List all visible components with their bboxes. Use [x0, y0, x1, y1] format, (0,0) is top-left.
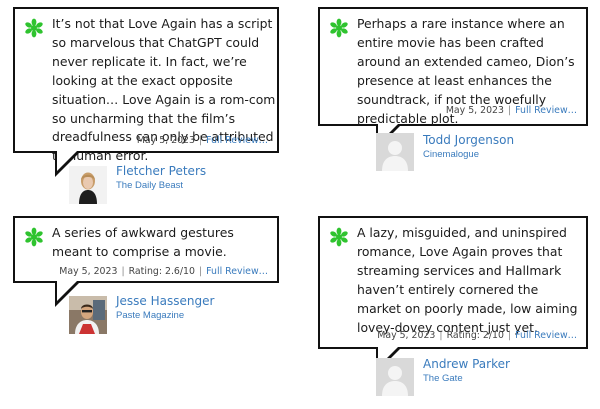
- critic-info: Jesse Hassenger Paste Magazine: [116, 294, 214, 323]
- critic-avatar-todd-jorgenson[interactable]: [376, 133, 414, 171]
- meta-separator: |: [507, 330, 512, 341]
- meta-separator: |: [507, 105, 512, 116]
- full-review-link[interactable]: Full Review…: [515, 330, 577, 341]
- review-date: May 5, 2023: [377, 330, 436, 341]
- critic-info: Andrew Parker The Gate: [423, 357, 510, 386]
- review-meta: May 5, 2023 | Rating: 2/10 | Full Review…: [377, 330, 577, 341]
- review-meta: May 5, 2023 | Full Review…: [137, 135, 268, 146]
- fresh-splat-icon: [329, 227, 349, 247]
- review-rating: Rating: 2.6/10: [128, 266, 195, 277]
- review-bubble: A lazy, misguided, and uninspired romanc…: [318, 216, 588, 373]
- review-rating: Rating: 2/10: [446, 330, 504, 341]
- critic-name[interactable]: Todd Jorgenson: [423, 133, 514, 148]
- meta-separator: |: [121, 266, 125, 277]
- meta-separator: |: [439, 330, 443, 341]
- fresh-splat-icon: [24, 18, 44, 38]
- critic-avatar-fletcher-peters[interactable]: [69, 166, 107, 204]
- critic-publication[interactable]: The Daily Beast: [116, 179, 206, 193]
- full-review-link[interactable]: Full Review…: [206, 266, 268, 277]
- critic-publication[interactable]: Cinemalogue: [423, 148, 514, 162]
- review-bubble: It’s not that Love Again has a script so…: [13, 7, 279, 177]
- review-bubble: Perhaps a rare instance where an entire …: [318, 7, 588, 150]
- full-review-link[interactable]: Full Review…: [206, 135, 268, 146]
- critic-avatar-jesse-hassenger[interactable]: [69, 296, 107, 334]
- meta-separator: |: [198, 266, 203, 277]
- full-review-link[interactable]: Full Review…: [515, 105, 577, 116]
- review-bubble: A series of awkward gestures meant to co…: [13, 216, 279, 307]
- review-quote: A lazy, misguided, and uninspired romanc…: [357, 225, 578, 335]
- critic-publication[interactable]: The Gate: [423, 372, 510, 386]
- review-date: May 5, 2023: [59, 266, 118, 277]
- critic-info: Todd Jorgenson Cinemalogue: [423, 133, 514, 162]
- meta-separator: |: [198, 135, 203, 146]
- critic-name[interactable]: Jesse Hassenger: [116, 294, 214, 309]
- review-meta: May 5, 2023 | Rating: 2.6/10 | Full Review…: [59, 266, 268, 277]
- review-meta: May 5, 2023 | Full Review…: [446, 105, 577, 116]
- fresh-splat-icon: [24, 227, 44, 247]
- review-date: May 5, 2023: [136, 135, 195, 146]
- critic-info: Fletcher Peters The Daily Beast: [116, 164, 206, 193]
- default-avatar-icon: [376, 358, 414, 396]
- critic-name[interactable]: Fletcher Peters: [116, 164, 206, 179]
- critic-avatar-andrew-parker[interactable]: [376, 358, 414, 396]
- review-date: May 5, 2023: [445, 105, 504, 116]
- critic-name[interactable]: Andrew Parker: [423, 357, 510, 372]
- fresh-splat-icon: [329, 18, 349, 38]
- critic-publication[interactable]: Paste Magazine: [116, 309, 214, 323]
- default-avatar-icon: [376, 133, 414, 171]
- review-quote: A series of awkward gestures meant to co…: [52, 225, 234, 259]
